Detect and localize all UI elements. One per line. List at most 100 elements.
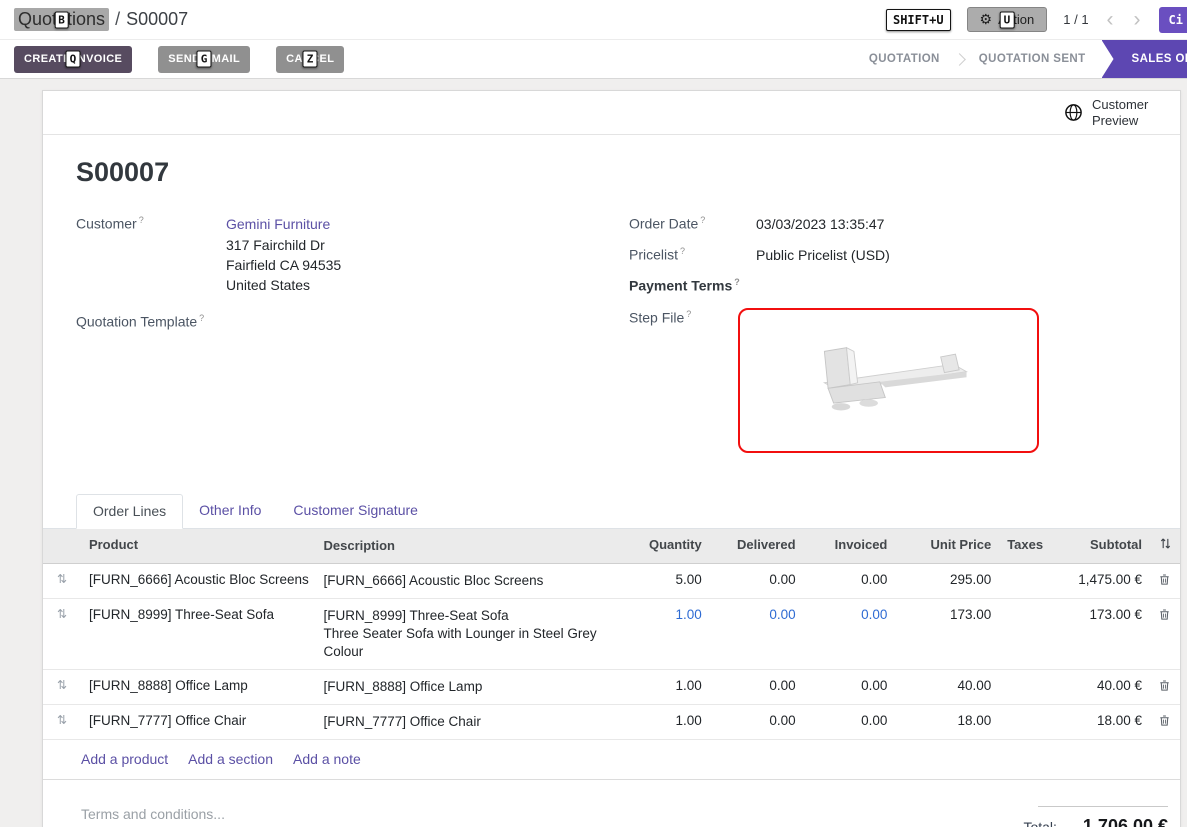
add-product-link[interactable]: Add a product [81, 751, 168, 767]
product-cell[interactable]: [FURN_8999] Three-Seat Sofa [81, 599, 316, 669]
tab-order-lines[interactable]: Order Lines [76, 494, 183, 529]
order-date-value[interactable]: 03/03/2023 13:35:47 [756, 214, 884, 234]
pager-previous-icon[interactable]: ‹ [1105, 9, 1116, 30]
add-section-link[interactable]: Add a section [188, 751, 273, 767]
status-bar: QUOTATION QUOTATION SENT SALES ORDER [853, 40, 1187, 78]
unit-price-column-header: Unit Price [895, 529, 999, 563]
help-icon: ? [680, 246, 685, 256]
breadcrumb-quotations[interactable]: Quotations B [14, 8, 109, 31]
description-cell[interactable]: [FURN_8888] Office Lamp [316, 670, 620, 704]
order-line-row[interactable]: ⇅ [FURN_7777] Office Chair [FURN_7777] O… [43, 705, 1180, 740]
breadcrumb-separator: / [115, 9, 120, 30]
drag-handle-icon[interactable]: ⇅ [43, 564, 81, 598]
product-cell[interactable]: [FURN_7777] Office Chair [81, 705, 316, 739]
trash-icon [1158, 573, 1171, 586]
stage-quotation[interactable]: QUOTATION [853, 40, 956, 78]
action-menu-button[interactable]: ⚙ Action U [967, 7, 1048, 32]
trash-icon [1158, 714, 1171, 727]
breadcrumb: Quotations B / S00007 [14, 8, 188, 31]
record-pager: 1 / 1 [1063, 12, 1088, 27]
delivered-column-header: Delivered [710, 529, 804, 563]
drag-handle-icon[interactable]: ⇅ [43, 705, 81, 739]
drag-handle-icon[interactable]: ⇅ [43, 670, 81, 704]
invoiced-cell[interactable]: 0.00 [804, 705, 896, 739]
order-line-row[interactable]: ⇅ [FURN_8999] Three-Seat Sofa [FURN_8999… [43, 599, 1180, 670]
delivered-cell[interactable]: 0.00 [710, 564, 804, 598]
delivered-cell[interactable]: 0.00 [710, 670, 804, 704]
delivered-cell[interactable]: 0.00 [710, 599, 804, 669]
pricelist-value[interactable]: Public Pricelist (USD) [756, 245, 890, 265]
field-grid: Customer? Gemini Furniture 317 Fairchild… [76, 214, 1144, 464]
taxes-cell[interactable] [999, 599, 1045, 669]
control-bar: CREATE INVOICE Q SEND EMAIL G CANCEL Z Q… [0, 40, 1187, 79]
stage-sales-order[interactable]: SALES ORDER [1102, 40, 1187, 78]
pager-next-icon[interactable]: › [1132, 9, 1143, 30]
field-column-right: Order Date? 03/03/2023 13:35:47 Pricelis… [629, 214, 1144, 464]
address-line: Fairfield CA 94535 [226, 255, 341, 275]
order-date-label: Order Date? [629, 214, 756, 234]
tab-customer-signature[interactable]: Customer Signature [277, 494, 434, 529]
customer-preview-button[interactable]: Customer Preview [1064, 97, 1158, 129]
subtotal-column-header: Subtotal [1045, 529, 1150, 563]
unit-price-cell[interactable]: 173.00 [895, 599, 999, 669]
delivered-cell[interactable]: 0.00 [710, 705, 804, 739]
unit-price-cell[interactable]: 40.00 [895, 670, 999, 704]
description-column-header: Description [315, 529, 619, 563]
create-invoice-button[interactable]: CREATE INVOICE Q [14, 46, 132, 73]
step-file-3d-render [769, 328, 1009, 432]
description-cell[interactable]: [FURN_6666] Acoustic Bloc Screens [316, 564, 620, 598]
field-pricelist: Pricelist? Public Pricelist (USD) [629, 245, 1144, 265]
customer-link[interactable]: Gemini Furniture [226, 216, 330, 232]
page-title: S00007 [76, 157, 1144, 188]
invoiced-cell[interactable]: 0.00 [804, 670, 896, 704]
tab-other-info[interactable]: Other Info [183, 494, 277, 529]
order-line-row[interactable]: ⇅ [FURN_6666] Acoustic Bloc Screens [FUR… [43, 564, 1180, 599]
unit-price-cell[interactable]: 295.00 [895, 564, 999, 598]
product-cell[interactable]: [FURN_6666] Acoustic Bloc Screens [81, 564, 316, 598]
field-customer: Customer? Gemini Furniture 317 Fairchild… [76, 214, 629, 295]
stage-quotation-sent[interactable]: QUOTATION SENT [963, 40, 1102, 78]
total-label: Total: [1023, 819, 1056, 827]
optional-columns-button[interactable] [1150, 529, 1180, 563]
drag-handle-icon[interactable]: ⇅ [43, 599, 81, 669]
product-cell[interactable]: [FURN_8888] Office Lamp [81, 670, 316, 704]
step-file-label: Step File? [629, 308, 756, 326]
quantity-cell[interactable]: 1.00 [620, 670, 710, 704]
unit-price-cell[interactable]: 18.00 [895, 705, 999, 739]
top-bar: Quotations B / S00007 SHIFT+U ⚙ Action U… [0, 0, 1187, 40]
delete-row-button[interactable] [1150, 564, 1180, 598]
step-file-image[interactable] [738, 308, 1039, 453]
quantity-cell[interactable]: 1.00 [620, 705, 710, 739]
help-icon: ? [686, 309, 691, 319]
kbd-hint-shift-u: SHIFT+U [886, 9, 951, 31]
total-value: 1,706.00 € [1083, 816, 1168, 827]
invoiced-cell[interactable]: 0.00 [804, 564, 896, 598]
description-cell[interactable]: [FURN_7777] Office Chair [316, 705, 620, 739]
description-cell[interactable]: [FURN_8999] Three-Seat Sofa Three Seater… [316, 599, 620, 669]
delete-row-button[interactable] [1150, 599, 1180, 669]
taxes-cell[interactable] [999, 705, 1045, 739]
invoiced-cell[interactable]: 0.00 [804, 599, 896, 669]
form-sheet: Customer Preview S00007 Customer? Gemini… [42, 90, 1181, 827]
delete-row-button[interactable] [1150, 705, 1180, 739]
taxes-column-header: Taxes [999, 529, 1045, 563]
order-line-row[interactable]: ⇅ [FURN_8888] Office Lamp [FURN_8888] Of… [43, 670, 1180, 705]
top-bar-right: SHIFT+U ⚙ Action U 1 / 1 ‹ › Ci [886, 7, 1177, 33]
quantity-cell[interactable]: 1.00 [620, 599, 710, 669]
taxes-cell[interactable] [999, 564, 1045, 598]
kbd-hint-cancel: Z [303, 51, 318, 68]
payment-terms-label: Payment Terms? [629, 276, 756, 294]
gear-icon: ⚙ [980, 11, 993, 28]
send-email-button[interactable]: SEND EMAIL G [158, 46, 250, 73]
kbd-hint-send-email: G [197, 51, 212, 68]
quantity-cell[interactable]: 5.00 [620, 564, 710, 598]
taxes-cell[interactable] [999, 670, 1045, 704]
subtotal-cell: 40.00 € [1045, 670, 1150, 704]
invoiced-column-header: Invoiced [804, 529, 896, 563]
add-note-link[interactable]: Add a note [293, 751, 361, 767]
kbd-hint-corner[interactable]: Ci [1159, 7, 1187, 33]
quotation-template-label: Quotation Template? [76, 312, 226, 330]
delete-row-button[interactable] [1150, 670, 1180, 704]
terms-and-conditions-input[interactable]: Terms and conditions... [81, 806, 225, 827]
cancel-button[interactable]: CANCEL Z [276, 46, 344, 73]
